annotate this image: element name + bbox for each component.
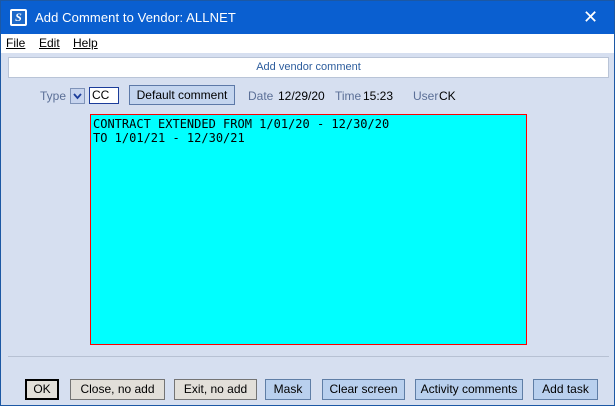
menu-file[interactable]: File: [6, 36, 25, 50]
time-label: Time: [335, 89, 362, 103]
date-value: 12/29/20: [278, 89, 325, 103]
menu-bar: File Edit Help: [1, 34, 614, 53]
type-label: Type: [40, 89, 67, 103]
type-dropdown-button[interactable]: [70, 88, 85, 104]
clear-screen-button[interactable]: Clear screen: [322, 379, 405, 400]
menu-help[interactable]: Help: [73, 36, 98, 50]
close-no-add-button[interactable]: Close, no add: [70, 379, 165, 400]
default-comment-button[interactable]: Default comment: [129, 85, 235, 105]
menu-help-label: Help: [73, 36, 98, 50]
time-value: 15:23: [363, 89, 394, 103]
section-header: Add vendor comment: [8, 57, 609, 78]
divider: [8, 356, 609, 357]
add-task-button[interactable]: Add task: [533, 379, 598, 400]
user-value: CK: [439, 89, 456, 103]
mask-button[interactable]: Mask: [265, 379, 311, 400]
menu-edit-label: Edit: [39, 36, 60, 50]
dialog-window: S Add Comment to Vendor: ALLNET ✕ File E…: [0, 0, 615, 406]
exit-no-add-button[interactable]: Exit, no add: [174, 379, 257, 400]
title-bar[interactable]: S Add Comment to Vendor: ALLNET ✕: [1, 1, 614, 34]
window-title: Add Comment to Vendor: ALLNET: [35, 10, 236, 25]
activity-comments-button[interactable]: Activity comments: [415, 379, 523, 400]
close-window-button[interactable]: ✕: [567, 1, 614, 34]
chevron-down-icon: [73, 93, 82, 100]
type-input[interactable]: CC: [89, 87, 119, 104]
ok-button[interactable]: OK: [25, 379, 59, 400]
app-logo-icon: S: [10, 9, 27, 26]
date-label: Date: [248, 89, 274, 103]
app-logo-letter: S: [12, 11, 25, 24]
menu-file-label: File: [6, 36, 26, 50]
menu-edit[interactable]: Edit: [39, 36, 60, 50]
user-label: User: [413, 89, 439, 103]
comment-textarea[interactable]: CONTRACT EXTENDED FROM 1/01/20 - 12/30/2…: [90, 114, 527, 345]
